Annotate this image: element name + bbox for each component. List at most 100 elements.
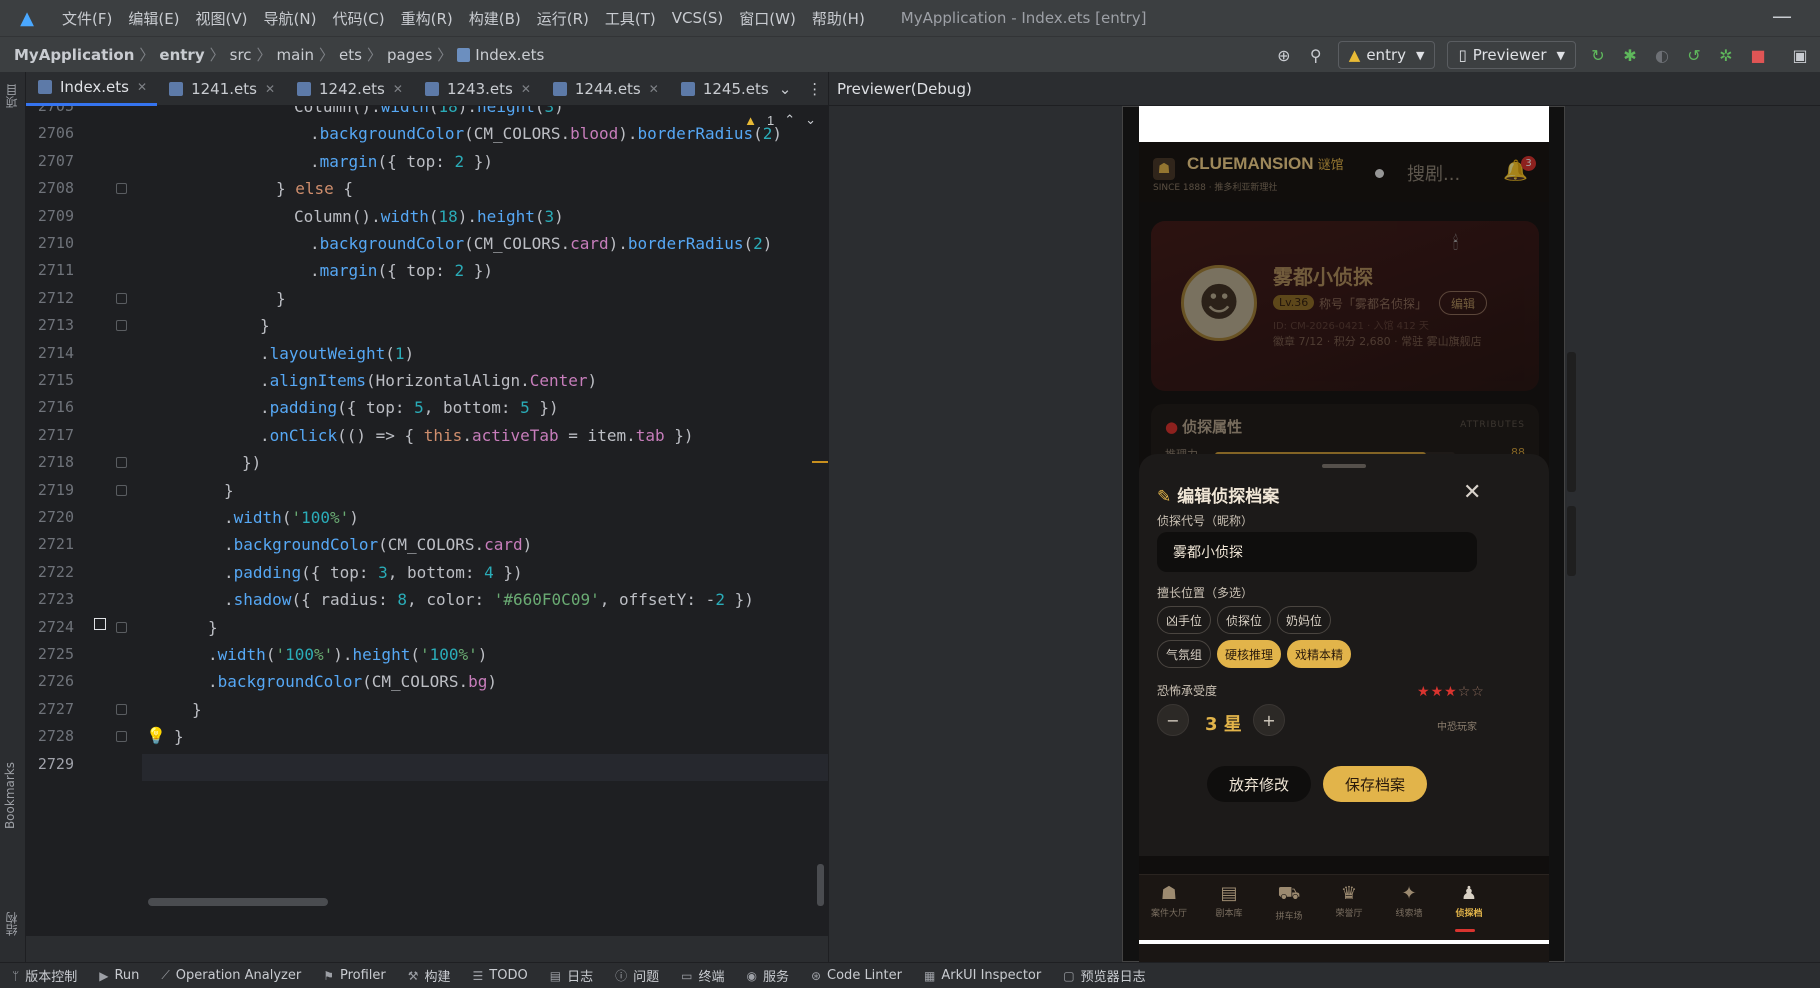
code-editor[interactable]: 2705 2706 2707 2708 2709 2710 2711 2712 2713 2714… (26, 106, 828, 936)
profiler-tool[interactable]: ⚑ Profiler (323, 968, 386, 983)
todo-tool[interactable]: ☰ TODO (473, 968, 528, 983)
increment-button[interactable]: + (1253, 704, 1285, 736)
code-line[interactable]: Column().width(18).height(3) (294, 203, 564, 230)
structure-tool-tab[interactable]: 结构 (3, 912, 20, 936)
tabs-overflow-chevron-icon[interactable]: ⌄ (779, 80, 792, 98)
code-line[interactable]: .backgroundColor(CM_COLORS.card).borderR… (310, 230, 772, 257)
star-filled-icon[interactable]: ★ (1417, 684, 1431, 700)
menu-tools[interactable]: 工具(T) (597, 8, 664, 29)
target-icon[interactable]: ⊕ (1272, 43, 1296, 67)
menu-refactor[interactable]: 重构(R) (393, 8, 461, 29)
menu-file[interactable]: 文件(F) (54, 8, 120, 29)
attach-icon[interactable]: ◐ (1650, 43, 1674, 67)
close-icon[interactable]: ✕ (137, 80, 147, 94)
build-tool[interactable]: ⚒ 构建 (408, 966, 451, 986)
tab-clue-wall[interactable]: ✦ 线索墙 (1379, 883, 1439, 919)
close-icon[interactable]: ✕ (265, 82, 275, 96)
code-line[interactable]: .layoutWeight(1) (260, 340, 414, 367)
bookmarks-tool-tab[interactable]: Bookmarks (3, 762, 17, 829)
project-tool-tab[interactable]: 项目 (3, 84, 20, 108)
code-line[interactable]: .alignItems(HorizontalAlign.Center) (260, 367, 597, 394)
tab-1245[interactable]: 1245.ets (669, 72, 779, 106)
code-linter-tool[interactable]: ⊛ Code Linter (811, 968, 902, 983)
tab-carpool[interactable]: ⛟ 拼车场 (1259, 883, 1319, 922)
fold-toggle-icon[interactable] (116, 484, 127, 496)
menu-window[interactable]: 窗口(W) (731, 8, 804, 29)
previewer-log-tool[interactable]: ▢ 预览器日志 (1063, 966, 1145, 986)
tab-1242[interactable]: 1242.ets ✕ (285, 72, 413, 106)
chevron-down-icon[interactable]: ⌄ (805, 112, 816, 128)
tab-case-hall[interactable]: ☗ 案件大厅 (1139, 883, 1199, 919)
breadcrumb-module[interactable]: entry (159, 46, 204, 64)
arkui-inspector-tool[interactable]: ▦ ArkUI Inspector (924, 968, 1041, 983)
close-icon[interactable]: ✕ (393, 82, 403, 96)
code-line[interactable]: .backgroundColor(CM_COLORS.bg) (208, 668, 497, 695)
warning-scroll-marker[interactable] (812, 461, 828, 463)
code-line[interactable]: .width('100%').height('100%') (208, 641, 487, 668)
breadcrumb-src[interactable]: src (230, 46, 252, 64)
discard-button[interactable]: 放弃修改 (1207, 766, 1311, 802)
code-line[interactable]: } (260, 312, 270, 339)
menu-vcs[interactable]: VCS(S) (664, 9, 731, 27)
nickname-input[interactable] (1157, 532, 1477, 572)
code-line[interactable]: .backgroundColor(CM_COLORS.blood).border… (310, 120, 782, 147)
fold-toggle-icon[interactable] (116, 703, 127, 715)
tab-index[interactable]: Index.ets ✕ (26, 71, 158, 106)
menu-run[interactable]: 运行(R) (529, 8, 597, 29)
more-options-icon[interactable]: ⋮ (807, 80, 822, 98)
code-line[interactable]: .onClick(() => { this.activeTab = item.t… (260, 422, 694, 449)
chip-hardcore[interactable]: 硬核推理 (1217, 640, 1281, 668)
previewer-dropdown[interactable]: ▯ Previewer ▼ (1447, 41, 1576, 69)
chevron-up-icon[interactable]: ⌃ (784, 112, 795, 128)
code-line[interactable]: .margin({ top: 2 }) (310, 257, 493, 284)
minimize-button[interactable]: — (1772, 4, 1792, 28)
horizontal-scrollbar[interactable] (148, 898, 328, 906)
code-line[interactable]: } else { (276, 175, 353, 202)
menu-code[interactable]: 代码(C) (324, 8, 392, 29)
module-dropdown[interactable]: ▲ entry ▼ (1337, 41, 1436, 69)
fold-toggle-icon[interactable] (116, 731, 127, 743)
star-filled-icon[interactable]: ★ (1444, 684, 1458, 700)
fold-toggle-icon[interactable] (116, 183, 127, 195)
code-line[interactable]: Column().width(18).height(3) (294, 106, 564, 120)
vertical-scrollbar[interactable] (817, 864, 824, 906)
code-line[interactable]: .margin({ top: 2 }) (310, 148, 493, 175)
star-empty-icon[interactable]: ☆ (1458, 684, 1472, 700)
fold-toggle-icon[interactable] (116, 621, 127, 633)
rerun-icon[interactable]: ↻ (1586, 43, 1610, 67)
code-line[interactable]: } (276, 285, 286, 312)
menu-view[interactable]: 视图(V) (188, 8, 256, 29)
tab-1243[interactable]: 1243.ets ✕ (413, 72, 541, 106)
menu-edit[interactable]: 编辑(E) (120, 8, 187, 29)
menu-help[interactable]: 帮助(H) (804, 8, 873, 29)
code-line[interactable]: } (174, 723, 184, 750)
menu-navigate[interactable]: 导航(N) (256, 8, 325, 29)
checkbox-marker-icon[interactable] (94, 618, 106, 630)
breadcrumb-project[interactable]: MyApplication (14, 46, 134, 64)
star-filled-icon[interactable]: ★ (1431, 684, 1445, 700)
breadcrumb-ets[interactable]: ets (339, 46, 362, 64)
code-line[interactable]: .shadow({ radius: 8, color: '#660F0C09',… (224, 586, 754, 613)
fold-toggle-icon[interactable] (116, 457, 127, 469)
fold-toggle-icon[interactable] (116, 320, 127, 332)
tab-script-library[interactable]: ▤ 剧本库 (1199, 883, 1259, 919)
inspection-widget[interactable]: ▲ 1 ⌃ ⌄ (744, 112, 816, 128)
close-icon[interactable]: ✕ (1463, 480, 1481, 505)
fold-toggle-icon[interactable] (116, 292, 127, 304)
tab-1241[interactable]: 1241.ets ✕ (157, 72, 285, 106)
chip-killer[interactable]: 凶手位 (1157, 606, 1211, 634)
services-tool[interactable]: ◉ 服务 (746, 966, 789, 986)
tab-detective-profile[interactable]: ♟ 侦探档 (1439, 883, 1499, 919)
phone-screen[interactable]: ☗ CLUEMANSION 谜馆 SINCE 1888 · 推多利亚新理社 搜剧.… (1139, 106, 1549, 962)
breadcrumb-file[interactable]: Index.ets (475, 46, 544, 64)
code-line[interactable]: .width('100%') (224, 504, 359, 531)
chip-detective[interactable]: 侦探位 (1217, 606, 1271, 634)
close-icon[interactable]: ✕ (649, 82, 659, 96)
code-line[interactable]: } (192, 696, 202, 723)
code-line[interactable]: .padding({ top: 5, bottom: 5 }) (260, 394, 559, 421)
code-line[interactable]: }) (242, 449, 261, 476)
close-icon[interactable]: ✕ (521, 82, 531, 96)
code-line[interactable]: .backgroundColor(CM_COLORS.card) (224, 531, 532, 558)
chip-healer[interactable]: 奶妈位 (1277, 606, 1331, 634)
tab-honor-hall[interactable]: ♛ 荣誉厅 (1319, 883, 1379, 919)
